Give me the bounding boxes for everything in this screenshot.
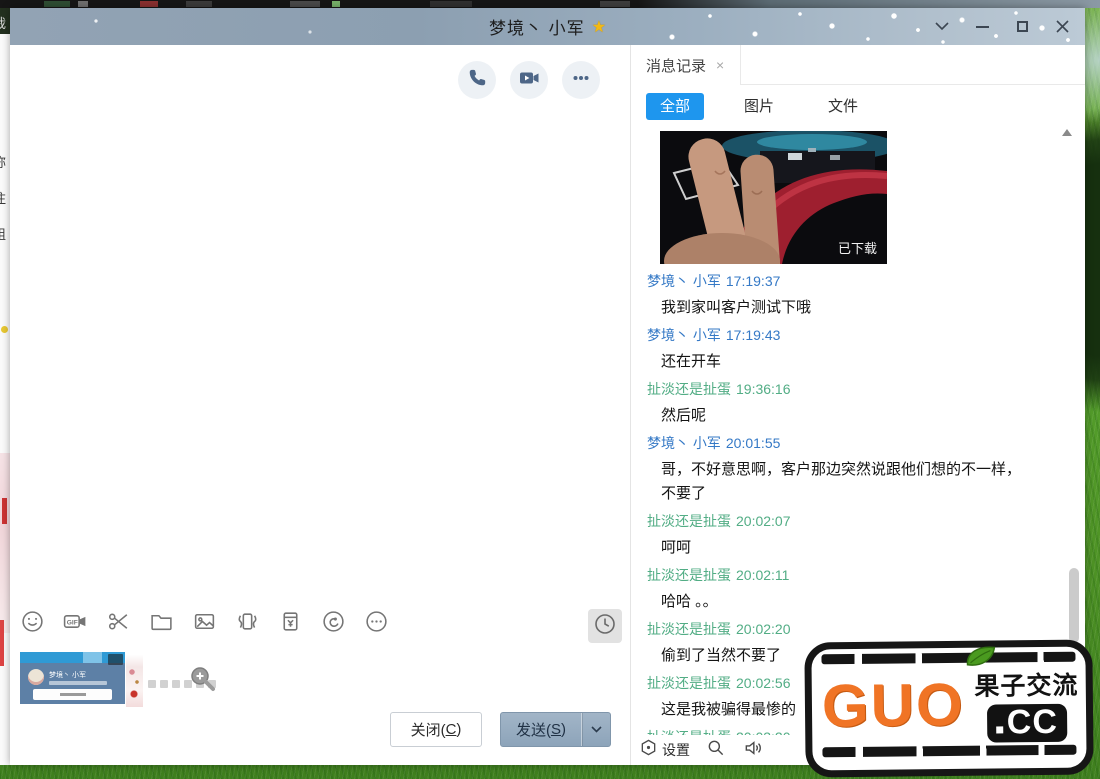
edge-image-fragment <box>0 453 10 633</box>
message-sender-line: 扯淡还是扯蛋20:02:11 <box>647 566 1085 585</box>
settings-label: 设置 <box>662 740 690 760</box>
tip-money-icon[interactable] <box>277 608 304 635</box>
gif-video-icon[interactable]: GIF <box>62 608 89 635</box>
message-text: 哈哈 。。 <box>661 590 1033 614</box>
message-text: 然后呢 <box>661 404 1033 428</box>
message-text: 还在开车 <box>661 350 1033 374</box>
settings-button[interactable]: 设置 <box>639 738 690 762</box>
tab-message-history[interactable]: 消息记录 × <box>631 45 741 85</box>
leaf-icon <box>965 643 999 674</box>
edge-char: 注 <box>0 188 6 207</box>
maximize-button[interactable] <box>1015 20 1029 34</box>
background-browser-tabs <box>0 0 1100 8</box>
panel-header: 消息记录 × <box>631 45 1085 85</box>
edge-char: 组 <box>0 224 6 243</box>
panel-title: 消息记录 <box>646 55 706 76</box>
message-text: 呵呵 <box>661 536 1033 560</box>
window-title: 梦境丶 小军 <box>489 14 585 39</box>
message-sender-line: 梦境丶 小军17:19:43 <box>647 326 1085 345</box>
message-sender-line: 梦境丶 小军17:19:37 <box>647 272 1085 291</box>
folder-icon[interactable] <box>148 608 175 635</box>
star-badge-icon: ★ <box>592 17 606 37</box>
video-message-thumbnail[interactable]: 已下载 <box>660 131 887 264</box>
message-sender-line: 扯淡还是扯蛋20:02:07 <box>647 512 1085 531</box>
clipped-previous-message <box>647 122 1085 127</box>
watermark-dot <box>996 726 1003 733</box>
composer-attachments: 梦境丶 小军 <box>20 650 320 720</box>
thumbnail-badge <box>108 654 123 665</box>
edge-decoration <box>1 326 8 333</box>
watermark-cc-block: CC <box>987 703 1068 742</box>
filter-tabs: 全部图片文件 <box>646 93 898 120</box>
background-window-edge: 裁 2 称 注 组 <box>0 8 10 765</box>
image-icon[interactable] <box>191 608 218 635</box>
tab-close-icon[interactable]: × <box>716 57 724 73</box>
filter-tab[interactable]: 文件 <box>814 93 872 120</box>
send-options-dropdown[interactable] <box>581 713 610 746</box>
composer-toolbar: GIF <box>19 608 390 635</box>
window-shake-icon[interactable] <box>234 608 261 635</box>
voice-call-button[interactable] <box>458 61 496 99</box>
downloaded-label: 已下载 <box>838 238 877 257</box>
edge-char: 称 <box>0 152 6 171</box>
message-text: 我到家叫客户测试下哦 <box>661 296 1033 320</box>
search-button[interactable] <box>706 738 726 763</box>
titlebar: 梦境丶 小军 ★ <box>10 8 1085 45</box>
minimize-button[interactable] <box>975 20 989 34</box>
close-key: C <box>446 721 457 738</box>
close-label-end: ) <box>456 721 461 738</box>
edge-char: 裁 <box>0 13 6 32</box>
video-call-button[interactable] <box>510 61 548 99</box>
twirl-icon[interactable] <box>320 608 347 635</box>
message-text: 哥，不好意思啊，客户那边突然说跟他们想的不一样，不要了 <box>661 458 1033 506</box>
svg-text:GIF: GIF <box>67 619 78 626</box>
scrollbar-thumb[interactable] <box>1069 568 1079 643</box>
avatar <box>28 669 44 685</box>
message-history-button[interactable] <box>588 609 622 643</box>
message-sender-line: 扯淡还是扯蛋20:02:20 <box>647 620 1085 639</box>
thumbnail-title: 梦境丶 小军 <box>49 670 86 680</box>
more-options-button[interactable] <box>562 61 600 99</box>
close-button[interactable]: 关闭(C) <box>390 712 482 747</box>
pasted-image-strip[interactable] <box>126 650 143 707</box>
send-label-end: ) <box>561 721 566 738</box>
ellipsis-icon <box>570 67 592 94</box>
speaker-icon <box>742 738 764 763</box>
emoji-icon[interactable] <box>19 608 46 635</box>
video-camera-icon <box>518 67 540 94</box>
phone-icon <box>467 68 487 93</box>
send-key: S <box>551 721 561 738</box>
filter-tab[interactable]: 全部 <box>646 93 704 120</box>
pasted-image-thumbnail[interactable]: 梦境丶 小军 <box>20 652 125 704</box>
scroll-up-arrow[interactable] <box>1062 129 1072 136</box>
watermark-bottom-bar <box>822 745 1076 758</box>
filter-tab[interactable]: 图片 <box>730 93 788 120</box>
thumbnail-subtitle-line <box>49 681 107 685</box>
close-window-button[interactable] <box>1055 20 1069 34</box>
settings-gear-icon <box>639 738 658 762</box>
close-label: 关闭( <box>411 719 446 740</box>
thumbnail-button <box>33 689 112 700</box>
message-sender-line: 扯淡还是扯蛋19:36:16 <box>647 380 1085 399</box>
clock-icon <box>593 612 617 641</box>
guo-cc-watermark: GUO 果子交流 CC <box>804 639 1093 777</box>
edge-image-fragment <box>2 498 7 524</box>
collapse-chevron-button[interactable] <box>935 20 949 34</box>
watermark-main-text: GUO <box>822 674 965 735</box>
watermark-cc-text: CC <box>1007 704 1058 739</box>
more-tools-icon[interactable] <box>363 608 390 635</box>
screenshot-scissors-icon[interactable] <box>105 608 132 635</box>
send-button[interactable]: 发送(S) <box>501 713 581 746</box>
volume-button[interactable] <box>742 738 764 763</box>
zoom-cursor-icon <box>188 664 218 699</box>
search-icon <box>706 738 726 763</box>
send-label: 发送( <box>516 719 551 740</box>
chat-pane: GIF <box>10 45 630 765</box>
message-sender-line: 梦境丶 小军20:01:55 <box>647 434 1085 453</box>
edge-image-fragment <box>0 620 4 666</box>
desktop: 裁 2 称 注 组 梦境丶 小军 ★ <box>0 0 1100 779</box>
